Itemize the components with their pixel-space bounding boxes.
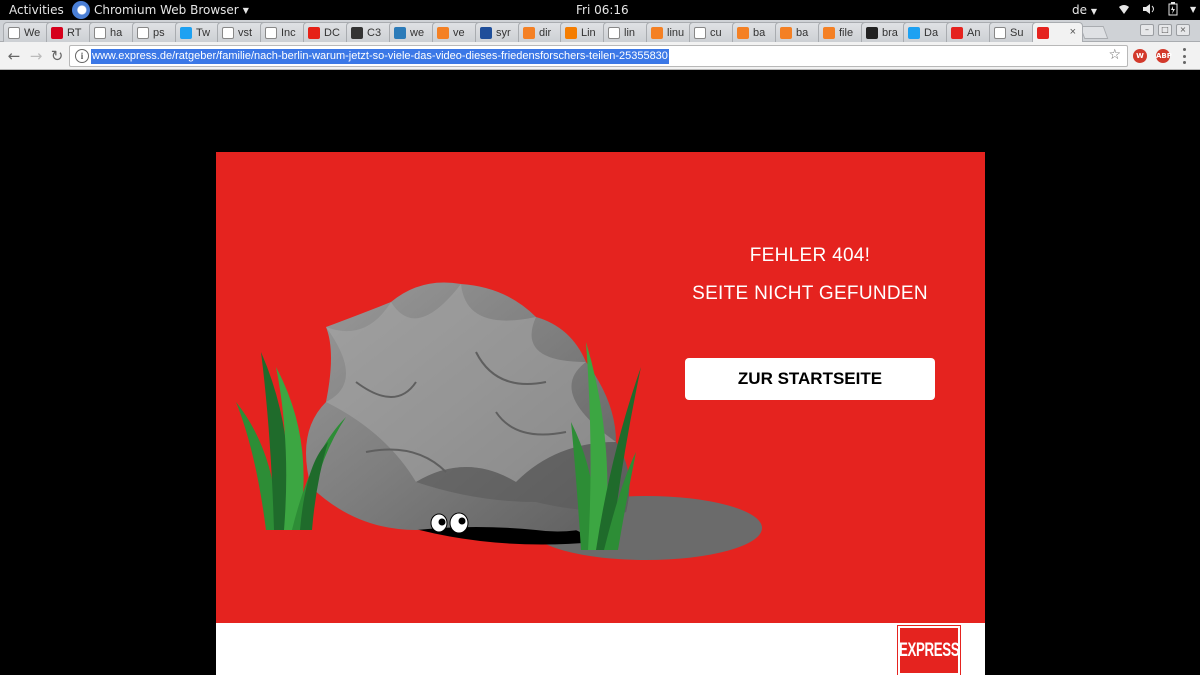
right-eye — [449, 512, 469, 534]
tab-title: ha — [110, 26, 123, 39]
system-tray[interactable]: ▼ — [1118, 2, 1196, 16]
tab-title: Su — [1010, 26, 1024, 39]
stackoverflow-icon — [523, 26, 535, 39]
tab-title: Inc — [281, 26, 296, 39]
system-top-bar: Activities Chromium Web Browser ▼ Fri 06… — [0, 0, 1200, 20]
tab-title: RT — [67, 26, 82, 39]
browser-menu-icon[interactable] — [1183, 48, 1187, 64]
stackoverflow-icon — [651, 26, 663, 39]
tab-strip: We RT ha ps Tw vst Inc DC C3 we ve syr dir Lin lin linu… — [0, 20, 1200, 42]
reload-icon[interactable]: ↻ — [48, 47, 66, 65]
tab-title: DC — [324, 26, 340, 39]
stackoverflow-icon — [823, 26, 835, 39]
stackoverflow-icon — [737, 26, 749, 39]
minimize-icon[interactable]: – — [1140, 24, 1154, 36]
app-menu[interactable]: Chromium Web Browser ▼ — [72, 0, 249, 20]
volume-icon — [1143, 4, 1154, 14]
chevron-down-icon: ▼ — [1190, 4, 1197, 14]
logo-text: EXPRESS — [898, 639, 960, 661]
stackoverflow-icon — [780, 26, 792, 39]
grass-left — [236, 352, 346, 530]
tab-title: Lin — [581, 26, 596, 39]
c3-icon — [351, 26, 363, 39]
page-viewport: FEHLER 404! SEITE NICHT GEFUNDEN ZUR STA… — [0, 70, 1200, 675]
tab-title: ba — [796, 26, 809, 39]
tab-title: C3 — [367, 26, 382, 39]
page-icon — [94, 26, 106, 39]
tab-title: file — [839, 26, 854, 39]
new-tab-button[interactable] — [1079, 26, 1109, 39]
express-icon — [951, 26, 963, 39]
youtube-icon — [308, 26, 320, 39]
home-button[interactable]: ZUR STARTSEITE — [685, 358, 935, 400]
page-icon — [8, 26, 20, 39]
uk-icon — [480, 26, 492, 39]
tab-title: syr — [496, 26, 511, 39]
google-icon — [222, 26, 234, 39]
close-tab-icon[interactable]: × — [1070, 26, 1076, 38]
chevron-down-icon: ▼ — [242, 5, 249, 15]
activities-button[interactable]: Activities — [9, 3, 64, 17]
tab-title: bra — [882, 26, 898, 39]
app-name: Chromium Web Browser — [94, 3, 239, 17]
error-title: FEHLER 404! — [749, 245, 871, 266]
tab-title: lin — [624, 26, 636, 39]
tab-title: ve — [453, 26, 465, 39]
tab-title: Da — [924, 26, 939, 39]
chromium-icon — [72, 1, 90, 19]
tab-title: vst — [238, 26, 253, 39]
tab-title: cu — [710, 26, 722, 39]
info-icon[interactable]: i — [75, 49, 89, 63]
forward-arrow-icon[interactable]: → — [27, 47, 45, 65]
clock[interactable]: Fri 06:16 — [576, 3, 629, 17]
maximize-icon[interactable]: □ — [1158, 24, 1172, 36]
browser-toolbar: ← → ↻ i www.express.de/ratgeber/familie/… — [0, 42, 1200, 70]
twitter-icon — [180, 26, 192, 39]
google-icon — [608, 26, 620, 39]
input-language[interactable]: de ▼ — [1072, 3, 1097, 17]
right-pupil — [458, 517, 466, 525]
express-icon — [1037, 26, 1049, 39]
tab-title: An — [967, 26, 981, 39]
page-icon — [265, 26, 277, 39]
bookmark-star-icon[interactable]: ☆ — [1108, 47, 1121, 63]
tab-title: we — [410, 26, 425, 39]
github-icon — [866, 26, 878, 39]
twitter-icon — [908, 26, 920, 39]
wikipedia-icon — [994, 26, 1006, 39]
back-arrow-icon[interactable]: ← — [5, 47, 23, 65]
battery-icon — [1168, 2, 1178, 16]
left-pupil — [438, 518, 446, 526]
tab-title: linu — [667, 26, 685, 39]
chevron-down-icon: ▼ — [1090, 7, 1097, 16]
adblock-plus-icon[interactable]: ABP — [1156, 49, 1172, 63]
error-panel: FEHLER 404! SEITE NICHT GEFUNDEN ZUR STA… — [216, 152, 985, 623]
rt-icon — [51, 26, 63, 39]
stackoverflow-icon — [437, 26, 449, 39]
wikipedia-icon — [694, 26, 706, 39]
tab-title: ps — [153, 26, 165, 39]
page-icon — [137, 26, 149, 39]
input-language-label: de — [1072, 3, 1087, 17]
tab-title: We — [24, 26, 41, 39]
url-text[interactable]: www.express.de/ratgeber/familie/nach-ber… — [91, 49, 669, 64]
error-subtitle: SEITE NICHT GEFUNDEN — [692, 283, 928, 304]
window-controls: – □ × — [1140, 24, 1190, 36]
tab-title: ba — [753, 26, 766, 39]
tab-title: Tw — [196, 26, 211, 39]
browser-tab[interactable]: × — [1032, 22, 1083, 42]
close-icon[interactable]: × — [1176, 24, 1190, 36]
bracket-icon — [394, 26, 406, 39]
page-footer: EXPRESS — [216, 623, 985, 675]
tab-title: dir — [539, 26, 552, 39]
wifi-icon — [1119, 5, 1129, 14]
address-bar[interactable]: i www.express.de/ratgeber/familie/nach-b… — [69, 45, 1128, 67]
extension-w-icon[interactable]: W — [1133, 49, 1147, 63]
blogger-icon — [565, 26, 577, 39]
express-logo[interactable]: EXPRESS — [897, 625, 961, 675]
